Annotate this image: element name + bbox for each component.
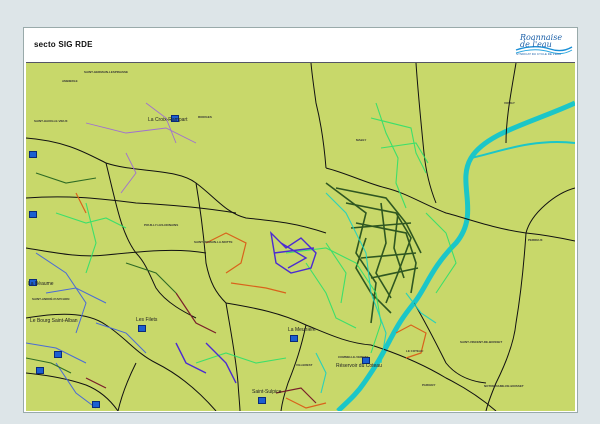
logo-text: Roannaise de l'eau	[520, 34, 562, 49]
place-label: La Bèaume	[28, 281, 54, 287]
facility-marker-icon[interactable]	[29, 151, 37, 158]
logo-line-2: de l'eau	[520, 40, 552, 49]
place-label: Réservoir du Coteau	[336, 363, 382, 369]
place-label: Saint-Sulpice	[252, 389, 282, 395]
commune-label: MABLY	[356, 138, 367, 142]
place-label: La Croix-Rampart	[148, 117, 188, 123]
facility-marker-icon[interactable]	[29, 211, 37, 218]
network-map[interactable]: La Croix-Rampart La Bèaume Le Bourg Sain…	[26, 62, 575, 411]
logo-tagline: SYNDICAT DU CYCLE DE L'EAU	[516, 52, 562, 56]
commune-label: RIORGES	[198, 115, 212, 119]
commune-label: POUILLY-LES-NONAINS	[144, 223, 179, 227]
commune-label: SAINT-GERMAIN-LESPINASSE	[84, 70, 129, 74]
commune-label: SAINT-VINCENT-DE-BOISSET	[460, 340, 503, 344]
roannaise-logo: Roannaise de l'eau SYNDICAT DU CYCLE DE …	[510, 32, 576, 58]
commune-label: VOUGY	[504, 101, 515, 105]
commune-label: SAINT-ROMAIN-LA-MOTTE	[194, 240, 233, 244]
sheet-title: secto SIG RDE	[34, 40, 93, 49]
place-label: La Meunière	[288, 327, 316, 333]
commune-label: AMBIERLE	[62, 79, 78, 83]
commune-label: NOTRE-DAME-DE-BOISSET	[484, 384, 524, 388]
map-sheet-frame: secto SIG RDE Roannaise de l'eau SYNDICA…	[0, 0, 600, 424]
facility-marker-icon[interactable]	[138, 325, 146, 332]
facility-marker-icon[interactable]	[290, 335, 298, 342]
commune-label: SAINT-ANDRÉ-D'APCHON	[32, 297, 70, 301]
commune-label: PERREUX	[528, 238, 543, 242]
facility-marker-icon[interactable]	[36, 367, 44, 374]
commune-label: SAINT-HAON-LE-VIEUX	[34, 119, 68, 123]
place-label: Les Filets	[136, 317, 158, 323]
commune-label: LE COTEAU	[406, 349, 424, 353]
commune-label: COMMELLE-VERNAY	[338, 355, 369, 359]
map-sheet: secto SIG RDE Roannaise de l'eau SYNDICA…	[23, 27, 578, 413]
facility-marker-icon[interactable]	[92, 401, 100, 408]
commune-label: PARIGNY	[422, 383, 436, 387]
facility-marker-icon[interactable]	[54, 351, 62, 358]
place-label: Le Bourg Saint-Alban	[30, 318, 78, 324]
map-canvas	[26, 63, 575, 411]
facility-marker-icon[interactable]	[258, 397, 266, 404]
commune-label: VILLEREST	[296, 363, 313, 367]
